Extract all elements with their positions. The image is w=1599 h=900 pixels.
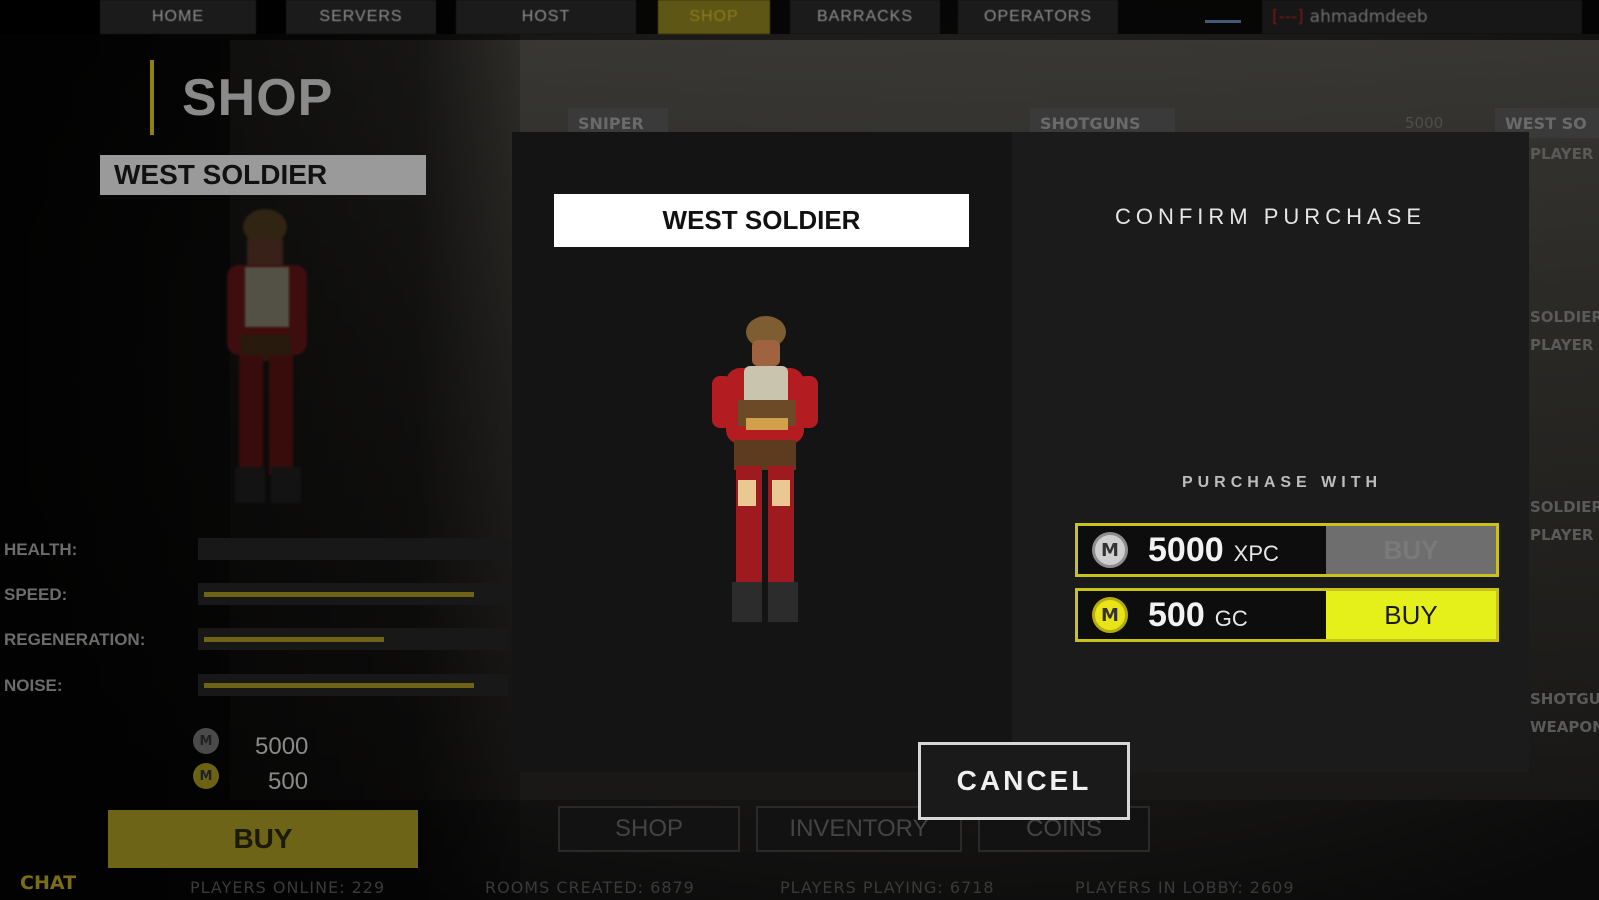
stat-bar-speed <box>198 583 508 605</box>
bottom-tab-shop[interactable]: SHOP <box>558 806 740 852</box>
xpc-coin-icon: M <box>1092 532 1128 568</box>
nav-tab-host[interactable]: HOST <box>456 0 636 34</box>
footer-players-in-lobby: PLAYERS IN LOBBY: 2609 <box>1075 878 1295 897</box>
nav-tab-servers[interactable]: SERVERS <box>286 0 436 34</box>
option-unit: XPC <box>1233 541 1279 566</box>
stat-label-regeneration: REGENERATION: <box>4 630 146 649</box>
gc-coin-icon: M <box>193 763 219 789</box>
buy-button[interactable]: BUY <box>108 810 418 868</box>
volume-slider[interactable] <box>1205 20 1241 23</box>
right-card-subtitle: PLAYER S <box>1530 336 1599 354</box>
right-card-title: SHOTGU <box>1530 690 1599 708</box>
footer-rooms-created: ROOMS CREATED: 6879 <box>485 878 695 897</box>
option-amount: 5000 <box>1148 530 1224 569</box>
page-title: SHOP <box>182 69 334 127</box>
purchase-option-xpc: M 5000 XPC BUY <box>1075 523 1499 577</box>
xpc-coin-icon: M <box>193 728 219 754</box>
price-gc: 500 <box>268 768 309 795</box>
right-card-subtitle: PLAYER S <box>1530 526 1599 544</box>
username: ahmadmdeeb <box>1309 7 1428 27</box>
stat-fill <box>204 637 384 642</box>
purchase-with-label: PURCHASE WITH <box>1181 474 1383 491</box>
right-card-title: SOLDIER <box>1530 308 1599 326</box>
nav-tab-home[interactable]: HOME <box>100 0 256 34</box>
dialog-title: CONFIRM PURCHASE <box>1114 204 1426 229</box>
nav-tab-barracks[interactable]: BARRACKS <box>790 0 940 34</box>
right-card-subtitle: WEAPON <box>1530 718 1599 736</box>
card-price: 5000 <box>1405 114 1444 132</box>
dialog-preview-panel: WEST SOLDIER <box>512 132 1012 772</box>
selected-item-name: WEST SOLDIER <box>100 155 426 195</box>
stat-fill <box>204 683 474 688</box>
gc-coin-icon: M <box>1092 597 1128 633</box>
title-accent-bar <box>150 60 154 135</box>
stat-label-speed: SPEED: <box>4 585 68 604</box>
buy-with-xpc-button[interactable]: BUY <box>1326 526 1496 574</box>
purchase-option-gc: M 500 GC BUY <box>1075 588 1499 642</box>
buy-with-gc-button[interactable]: BUY <box>1326 591 1496 639</box>
option-unit: GC <box>1214 606 1248 631</box>
nav-tab-operators[interactable]: OPERATORS <box>958 0 1118 34</box>
dialog-item-name: WEST SOLDIER <box>554 194 969 247</box>
dialog-purchase-panel: CONFIRM PURCHASE PURCHASE WITH <box>1012 132 1529 772</box>
price-xpc: 5000 <box>255 733 309 760</box>
footer-players-online: PLAYERS ONLINE: 229 <box>190 878 386 897</box>
user-clan-tag: [---] <box>1272 7 1304 27</box>
footer-players-playing: PLAYERS PLAYING: 6718 <box>780 878 995 897</box>
stat-fill <box>204 592 474 597</box>
bg-soldier-preview <box>227 209 307 503</box>
confirm-purchase-dialog: WEST SOLDIER CONFIRM PURCHASE PURCHASE W… <box>512 132 1529 772</box>
soldier-preview <box>712 316 818 622</box>
right-card-subtitle: PLAYER S <box>1530 145 1599 163</box>
nav-tab-shop[interactable]: SHOP <box>658 0 770 34</box>
chat-label[interactable]: CHAT <box>20 872 76 894</box>
option-amount: 500 <box>1148 595 1205 634</box>
stat-bar-health <box>198 538 508 560</box>
stat-bar-noise <box>198 674 508 696</box>
stat-bar-regeneration <box>198 628 508 650</box>
right-card-title: SOLDIER <box>1530 498 1599 516</box>
stat-label-noise: NOISE: <box>4 676 63 695</box>
user-badge: [---] ahmadmdeeb <box>1262 0 1582 34</box>
stat-label-health: HEALTH: <box>4 540 78 559</box>
cancel-button[interactable]: CANCEL <box>918 742 1130 820</box>
